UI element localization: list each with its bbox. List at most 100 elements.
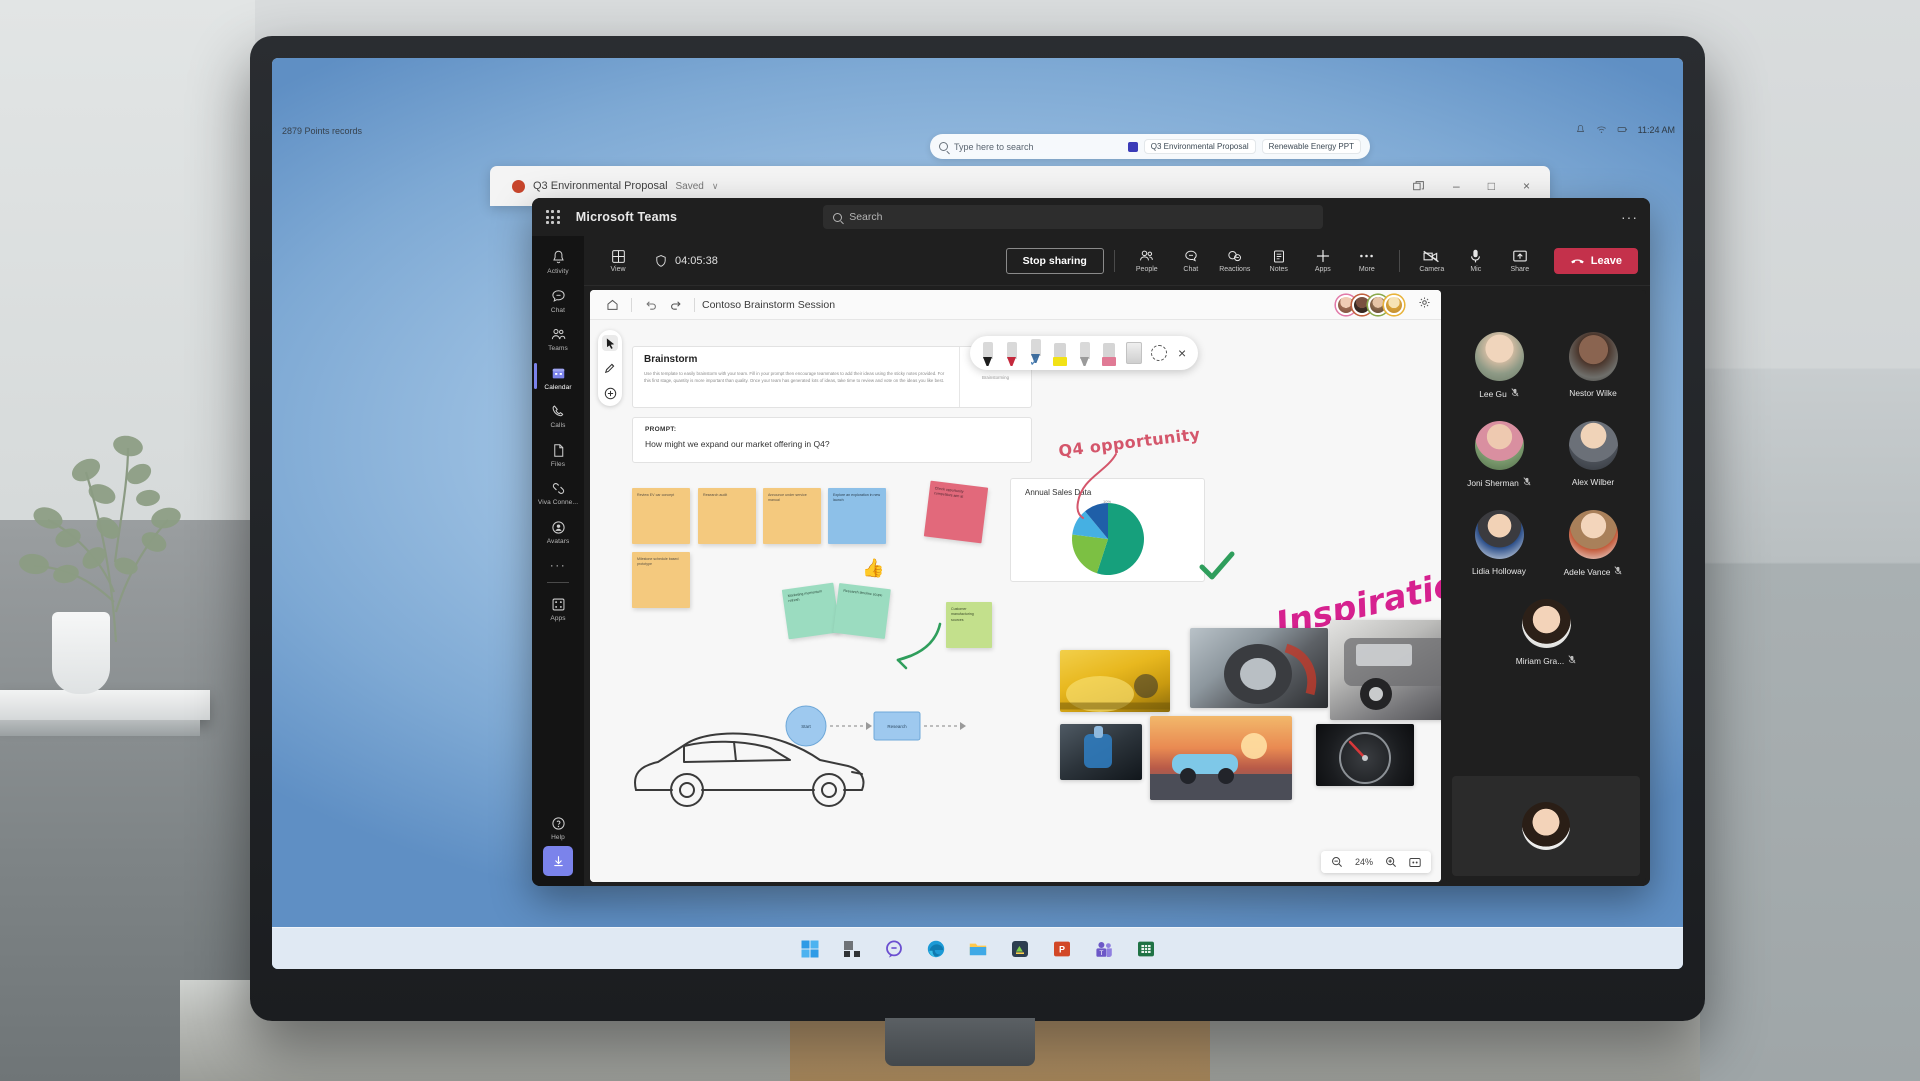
teams-main-column: View 04:05:38 Stop sharing People Chat R… (584, 236, 1650, 886)
cursor-icon[interactable] (602, 335, 618, 351)
sidebar-item-apps[interactable]: Apps (532, 589, 584, 628)
chat-button[interactable] (884, 939, 904, 959)
close-icon[interactable]: × (1176, 345, 1188, 361)
download-button[interactable] (543, 846, 573, 876)
excel-button[interactable] (1136, 939, 1156, 959)
sticky-note[interactable]: Research timeline scope (833, 583, 891, 639)
self-video-tile[interactable] (1452, 776, 1640, 876)
grey-pen[interactable] (1077, 340, 1092, 366)
task-view-button[interactable] (842, 939, 862, 959)
windows-search-bar[interactable]: Type here to search Q3 Environmental Pro… (930, 134, 1370, 159)
sidebar-item-calls[interactable]: Calls (532, 396, 584, 435)
sidebar-item-help[interactable]: Help (532, 808, 584, 847)
presence-avatar[interactable] (1384, 294, 1404, 315)
yellow-highlighter[interactable] (1052, 340, 1068, 366)
sidebar-item-avatars[interactable]: Avatars (532, 512, 584, 551)
clock[interactable]: 11:24 AM (1638, 125, 1675, 135)
sidebar-item-teams[interactable]: Teams (532, 319, 584, 358)
undo-icon[interactable] (639, 294, 663, 316)
participant-tile[interactable]: Adele Vance (1550, 510, 1636, 577)
image-tile-speedometer[interactable] (1316, 724, 1414, 786)
stop-sharing-button[interactable]: Stop sharing (1005, 247, 1104, 274)
whiteboard-canvas[interactable]: ✓ × Brainstorm Use this template to easi… (590, 320, 1441, 882)
sticky-note[interactable]: Review EV car concept (632, 488, 690, 544)
edge-button[interactable] (926, 939, 946, 959)
image-tile-wheel[interactable] (1190, 628, 1328, 708)
teams-button[interactable]: T (1094, 939, 1114, 959)
wifi-icon[interactable] (1596, 124, 1607, 135)
sticky-note[interactable]: Announce under service manual (763, 488, 821, 544)
red-pen[interactable] (1004, 340, 1019, 366)
gear-icon[interactable] (1418, 296, 1431, 314)
sticky-note[interactable]: Milestone schedule based prototype (632, 552, 690, 608)
reactions-button[interactable]: Reactions (1213, 246, 1257, 275)
prompt-card[interactable]: PROMPT: How might we expand our market o… (632, 417, 1032, 463)
notification-bell-icon[interactable] (1575, 124, 1586, 135)
image-tile-sunset-car[interactable] (1150, 716, 1292, 800)
redo-icon[interactable] (663, 294, 687, 316)
search-chip-0[interactable]: Q3 Environmental Proposal (1143, 139, 1256, 154)
battery-icon[interactable] (1617, 124, 1628, 135)
apps-button[interactable]: Apps (1301, 246, 1345, 275)
sticky-note[interactable]: Research audit (698, 488, 756, 544)
shelf (0, 690, 210, 720)
file-explorer-button[interactable] (968, 939, 988, 959)
zoom-out-icon[interactable] (1331, 856, 1343, 868)
camera-button[interactable]: Camera (1410, 246, 1454, 275)
chat-button[interactable]: Chat (1169, 246, 1213, 275)
search-icon (833, 212, 843, 222)
sidebar-item-files[interactable]: Files (532, 435, 584, 474)
black-pen[interactable] (980, 340, 995, 366)
view-button[interactable]: View (596, 246, 640, 275)
close-button[interactable]: × (1523, 179, 1530, 193)
participant-tile[interactable]: Nestor Wilke (1550, 332, 1636, 399)
restore-down-icon[interactable] (1412, 180, 1425, 193)
sidebar-item-chat[interactable]: Chat (532, 281, 584, 320)
lasso-icon[interactable] (1151, 345, 1167, 361)
fit-to-screen-icon[interactable] (1409, 856, 1421, 868)
notes-button[interactable]: Notes (1257, 246, 1301, 275)
avatar (1568, 510, 1618, 559)
teams-more-options[interactable]: ··· (1621, 209, 1638, 225)
sidebar-item-activity[interactable]: Activity (532, 242, 584, 281)
participant-tile[interactable]: Alex Wilber (1550, 421, 1636, 488)
home-icon[interactable] (600, 294, 624, 316)
start-button[interactable] (800, 939, 820, 959)
minimize-button[interactable]: – (1453, 179, 1460, 193)
mic-button[interactable]: Mic (1454, 246, 1498, 275)
people-button[interactable]: People (1125, 246, 1169, 275)
teams-app-name: Microsoft Teams (575, 210, 678, 224)
leave-button[interactable]: Leave (1553, 247, 1638, 274)
sidebar-overflow[interactable]: ··· (550, 550, 567, 580)
more-button[interactable]: More (1345, 246, 1389, 275)
image-tile-charging[interactable] (1060, 724, 1142, 780)
search-chip-1[interactable]: Renewable Energy PPT (1261, 139, 1361, 154)
sticky-note[interactable]: Check opportunity competitors aim at (923, 480, 989, 544)
zoom-in-icon[interactable] (1385, 856, 1397, 868)
participant-tile[interactable]: Lidia Holloway (1456, 510, 1542, 577)
pink-highlighter[interactable] (1101, 340, 1117, 366)
sidebar-item-calendar[interactable]: Calendar (532, 358, 584, 397)
pen-icon[interactable] (602, 360, 618, 376)
sidebar-item-viva-connections[interactable]: Viva Conne... (532, 473, 584, 512)
sticky-note[interactable]: Customer manufacturing sources (946, 602, 992, 648)
eraser-icon[interactable] (1126, 342, 1142, 364)
participant-tile[interactable]: Lee Gu (1456, 332, 1542, 399)
grid-view-icon (611, 248, 626, 264)
annual-sales-chart[interactable]: Annual Sales Data 10% (1010, 478, 1205, 582)
plus-circle-icon[interactable] (602, 385, 618, 401)
teams-search-box[interactable]: Search (823, 205, 1324, 229)
image-tile-vintage-car[interactable] (1330, 620, 1441, 720)
powerpoint-button[interactable]: P (1052, 939, 1072, 959)
chevron-down-icon[interactable]: ∨ (712, 181, 719, 192)
maximize-button[interactable]: □ (1488, 179, 1495, 193)
share-button[interactable]: Share (1498, 246, 1542, 275)
app-launcher-icon[interactable] (544, 208, 562, 226)
participant-tile[interactable]: Joni Sherman (1456, 421, 1542, 488)
sticky-note[interactable]: Marketing momentum refresh (781, 582, 841, 640)
store-button[interactable] (1010, 939, 1030, 959)
image-tile-yellow-car[interactable] (1060, 650, 1170, 712)
sticky-note[interactable]: Explore an exploration in new launch (828, 488, 886, 544)
participant-tile[interactable]: Miriam Gra... (1456, 599, 1636, 666)
blue-pen[interactable]: ✓ (1028, 337, 1043, 369)
